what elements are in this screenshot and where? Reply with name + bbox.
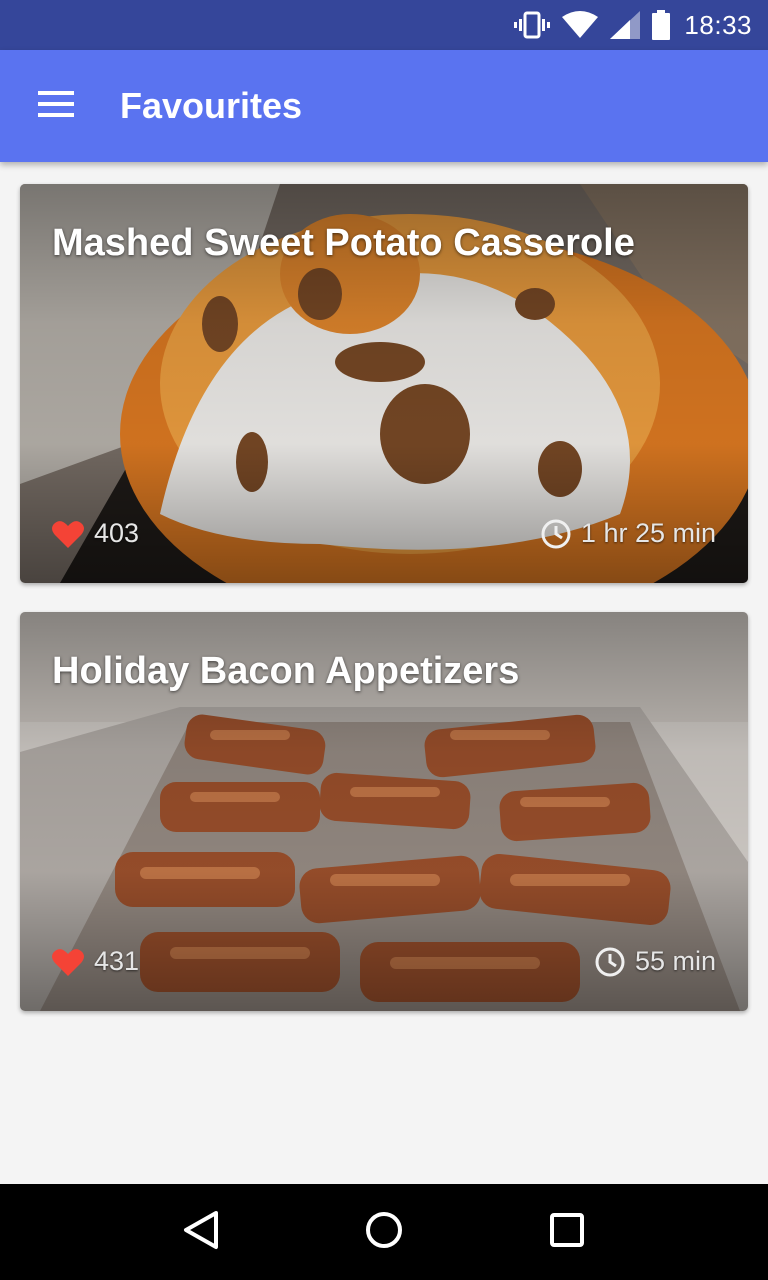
cook-time-value: 55 min bbox=[634, 946, 716, 976]
app-bar: Favourites bbox=[0, 50, 768, 162]
cook-time: 1 hr 25 min bbox=[541, 518, 716, 549]
recipe-title: Holiday Bacon Appetizers bbox=[52, 650, 520, 692]
menu-button[interactable] bbox=[0, 50, 112, 162]
system-nav-bar bbox=[0, 1184, 768, 1280]
likes-count[interactable]: 403 bbox=[52, 518, 139, 549]
recents-button[interactable] bbox=[537, 1202, 597, 1262]
clock-icon bbox=[595, 947, 625, 977]
cook-time: 55 min bbox=[595, 946, 716, 977]
heart-icon bbox=[52, 520, 84, 548]
likes-count[interactable]: 431 bbox=[52, 946, 139, 977]
cook-time-value: 1 hr 25 min bbox=[580, 518, 716, 548]
status-bar: 18:33 bbox=[0, 0, 768, 50]
signal-icon bbox=[610, 11, 641, 39]
home-icon bbox=[364, 1210, 404, 1255]
status-time: 18:33 bbox=[684, 9, 752, 40]
clock-icon bbox=[541, 519, 571, 549]
recipe-card[interactable]: Mashed Sweet Potato Casserole 403 1 hr 2… bbox=[20, 184, 748, 583]
recipe-title: Mashed Sweet Potato Casserole bbox=[52, 222, 635, 264]
favourites-list[interactable]: Mashed Sweet Potato Casserole 403 1 hr 2… bbox=[0, 162, 768, 1184]
hamburger-menu-icon bbox=[38, 90, 74, 122]
battery-icon bbox=[652, 10, 671, 40]
likes-value: 403 bbox=[94, 518, 140, 548]
page-title: Favourites bbox=[120, 85, 303, 126]
wifi-icon bbox=[562, 11, 599, 39]
back-button[interactable] bbox=[171, 1202, 231, 1262]
back-icon bbox=[182, 1210, 220, 1255]
vibrate-icon bbox=[514, 11, 551, 39]
home-button[interactable] bbox=[354, 1202, 414, 1262]
recents-icon bbox=[549, 1212, 585, 1253]
recipe-card[interactable]: Holiday Bacon Appetizers 431 55 min bbox=[20, 612, 748, 1011]
likes-value: 431 bbox=[94, 946, 140, 976]
heart-icon bbox=[52, 948, 84, 976]
